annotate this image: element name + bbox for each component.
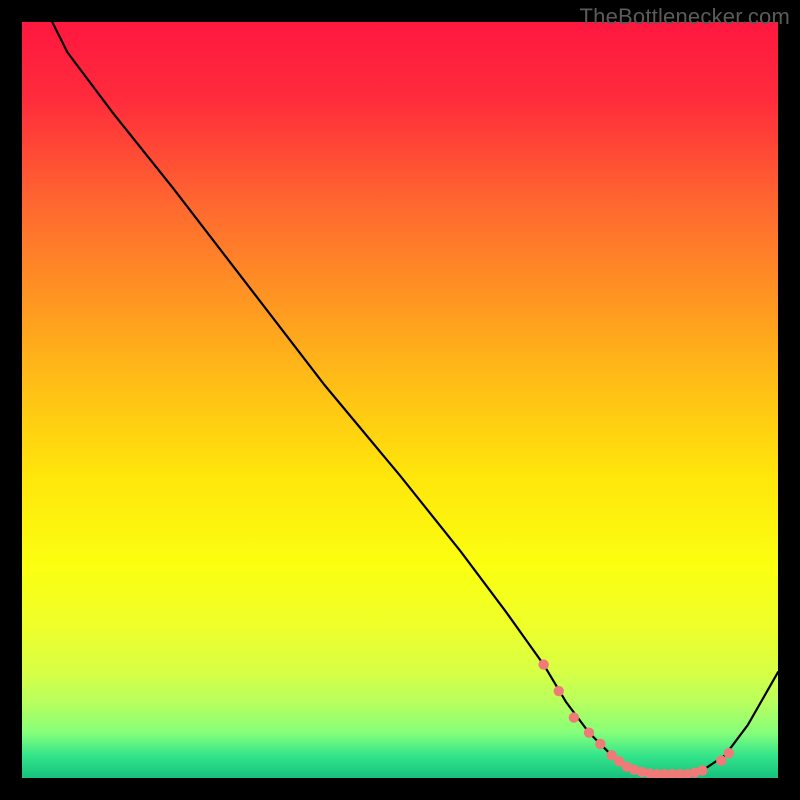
- watermark-text: TheBottlenecker.com: [580, 4, 790, 30]
- marker-point: [724, 748, 734, 758]
- marker-point: [554, 686, 564, 696]
- marker-point: [569, 712, 579, 722]
- marker-point: [584, 727, 594, 737]
- marker-point: [595, 739, 605, 749]
- marker-point: [716, 755, 726, 765]
- marker-point: [697, 765, 707, 775]
- chart-svg: [22, 22, 778, 778]
- chart-frame: [22, 22, 778, 778]
- marker-point: [538, 659, 548, 669]
- gradient-background: [22, 22, 778, 778]
